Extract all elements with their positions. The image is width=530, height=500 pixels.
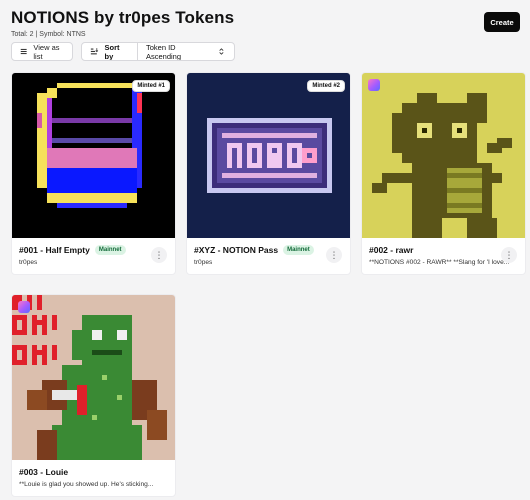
chevron-updown-icon (219, 48, 224, 55)
token-title: #XYZ - NOTION Pass (194, 245, 279, 255)
token-name: #002 - rawr (369, 245, 413, 255)
token-card[interactable]: #002 - rawr **NOTIONS #002 - RAWR** **Sl… (361, 72, 526, 275)
minted-badge: Minted #1 (132, 80, 170, 92)
page-header: NOTIONS by tr0pes Tokens Total: 2 | Symb… (11, 8, 234, 38)
token-description: **Louie is glad you showed up. He's stic… (19, 481, 154, 488)
token-image (12, 73, 175, 238)
sort-select[interactable]: Token ID Ascending (137, 43, 234, 60)
sort-by-label-box: Sort by (82, 43, 137, 60)
network-badge: Mainnet (94, 245, 126, 255)
polygon-chain-icon (18, 301, 30, 313)
list-icon (20, 48, 27, 55)
page-title: NOTIONS by tr0pes Tokens (11, 8, 235, 27)
sort-select-value: Token ID Ascending (146, 42, 182, 61)
token-title: #001 - Half Empty (19, 245, 90, 255)
token-image (362, 73, 525, 238)
sort-control: Sort by Token ID Ascending (81, 42, 235, 61)
token-card[interactable]: Minted #2 #XYZ - NOTION Pass Mainnet tr0… (186, 72, 351, 275)
create-button[interactable]: Create (484, 12, 520, 32)
token-name: #001 - Half Empty Mainnet (19, 245, 126, 255)
sort-icon (90, 48, 99, 55)
token-image (12, 295, 175, 460)
token-name: #003 - Louie (19, 467, 68, 477)
more-vertical-icon[interactable]: ⋮ (151, 247, 167, 263)
token-card[interactable]: Minted #1 #001 - Half Empty Mainnet tr0p… (11, 72, 176, 275)
token-creator: tr0pes (194, 259, 213, 266)
token-description: **NOTIONS #002 - RAWR** **Slang for 'I l… (369, 259, 510, 266)
view-as-list-label: View as list (33, 42, 60, 61)
collection-summary: Total: 2 | Symbol: NTNS (11, 31, 86, 38)
token-title: #002 - rawr (369, 245, 414, 255)
view-as-list-button[interactable]: View as list (11, 42, 73, 61)
token-card[interactable]: #003 - Louie **Louie is glad you showed … (11, 294, 176, 497)
more-vertical-icon[interactable]: ⋮ (501, 247, 517, 263)
sort-by-label: Sort by (104, 42, 120, 61)
toolbar: View as list Sort by Token ID Ascending (11, 42, 235, 61)
polygon-chain-icon (368, 79, 380, 91)
minted-badge: Minted #2 (307, 80, 345, 92)
token-title: #003 - Louie (19, 467, 69, 477)
token-image (187, 73, 350, 238)
more-vertical-icon[interactable]: ⋮ (326, 247, 342, 263)
network-badge: Mainnet (283, 245, 314, 255)
token-creator: tr0pes (19, 259, 38, 266)
token-name: #XYZ - NOTION Pass Mainnet (194, 245, 314, 255)
